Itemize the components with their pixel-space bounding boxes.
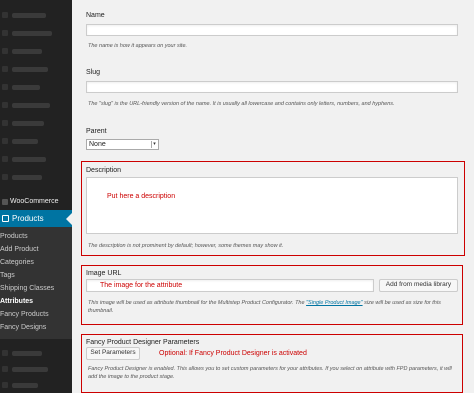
menu-icon xyxy=(2,174,8,180)
menu-item-blurred[interactable] xyxy=(12,103,50,108)
menu-icon xyxy=(2,350,8,356)
menu-icon xyxy=(2,366,8,372)
sidebar-item-woocommerce[interactable]: WooCommerce xyxy=(0,196,72,208)
submenu-item-fancy-products[interactable]: Fancy Products xyxy=(0,308,72,321)
products-submenu: Products Add Product Categories Tags Shi… xyxy=(0,227,72,339)
menu-icon xyxy=(2,12,8,18)
menu-icon xyxy=(2,120,8,126)
sidebar-item-products[interactable]: Products xyxy=(0,210,72,227)
submenu-item-products[interactable]: Products xyxy=(0,230,72,243)
slug-input[interactable] xyxy=(86,81,458,93)
menu-icon xyxy=(2,102,8,108)
menu-icon xyxy=(2,382,8,388)
submenu-item-shipping-classes[interactable]: Shipping Classes xyxy=(0,282,72,295)
annotation-box-image-url xyxy=(81,265,463,325)
add-from-media-library-button[interactable]: Add from media library xyxy=(379,279,458,292)
sidebar-item-label: WooCommerce xyxy=(10,198,59,205)
menu-item-blurred[interactable] xyxy=(12,367,48,372)
menu-item-blurred[interactable] xyxy=(12,157,46,162)
fpd-help: Fancy Product Designer is enabled. This … xyxy=(88,366,452,380)
parent-label: Parent xyxy=(86,128,107,135)
slug-help: The "slug" is the URL-friendly version o… xyxy=(88,101,395,107)
description-textarea[interactable] xyxy=(86,177,458,234)
submenu-item-fancy-designs[interactable]: Fancy Designs xyxy=(0,321,72,334)
description-annotation: Put here a description xyxy=(107,193,176,200)
menu-icon xyxy=(2,66,8,72)
name-help: The name is how it appears on your site. xyxy=(88,43,188,49)
image-url-label: Image URL xyxy=(86,270,122,277)
menu-icon xyxy=(2,84,8,90)
menu-item-blurred[interactable] xyxy=(12,31,52,36)
slug-label: Slug xyxy=(86,69,101,76)
menu-icon xyxy=(2,156,8,162)
name-label: Name xyxy=(86,12,105,19)
menu-item-blurred[interactable] xyxy=(12,383,38,388)
admin-sidebar: WooCommerce Products Products Add Produc… xyxy=(0,0,72,393)
menu-icon xyxy=(2,138,8,144)
woocommerce-icon xyxy=(2,199,8,205)
submenu-item-tags[interactable]: Tags xyxy=(0,269,72,282)
submenu-item-attributes[interactable]: Attributes xyxy=(0,295,72,308)
name-input[interactable] xyxy=(86,24,458,36)
description-help: The description is not prominent by defa… xyxy=(88,243,284,249)
menu-item-blurred[interactable] xyxy=(12,67,48,72)
menu-icon xyxy=(2,48,8,54)
fpd-annotation: Optional: If Fancy Product Designer is a… xyxy=(159,350,307,357)
fpd-label: Fancy Product Designer Parameters xyxy=(86,339,200,346)
submenu-item-categories[interactable]: Categories xyxy=(0,256,72,269)
submenu-item-add-product[interactable]: Add Product xyxy=(0,243,72,256)
menu-item-blurred[interactable] xyxy=(12,351,42,356)
menu-item-blurred[interactable] xyxy=(12,121,44,126)
sidebar-item-label: Products xyxy=(12,214,44,223)
image-url-annotation: The image for the attribute xyxy=(100,282,183,289)
image-url-help: This image will be used as attribute thu… xyxy=(88,299,460,315)
menu-item-blurred[interactable] xyxy=(12,139,38,144)
single-product-image-link[interactable]: "Single Product Image" xyxy=(306,300,363,306)
image-url-help-text: This image will be used as attribute thu… xyxy=(88,300,307,306)
menu-item-blurred[interactable] xyxy=(12,13,46,18)
menu-item-blurred[interactable] xyxy=(12,85,40,90)
set-parameters-button[interactable]: Set Parameters xyxy=(86,347,140,360)
menu-icon xyxy=(2,30,8,36)
menu-item-blurred[interactable] xyxy=(12,49,42,54)
term-form: Name The name is how it appears on your … xyxy=(72,0,474,393)
parent-select[interactable]: None ▾ xyxy=(86,139,159,150)
description-label: Description xyxy=(86,167,122,174)
menu-item-blurred[interactable] xyxy=(12,175,42,180)
chevron-down-icon: ▾ xyxy=(151,141,157,148)
products-icon xyxy=(2,215,9,222)
parent-selected-value: None xyxy=(89,141,106,148)
